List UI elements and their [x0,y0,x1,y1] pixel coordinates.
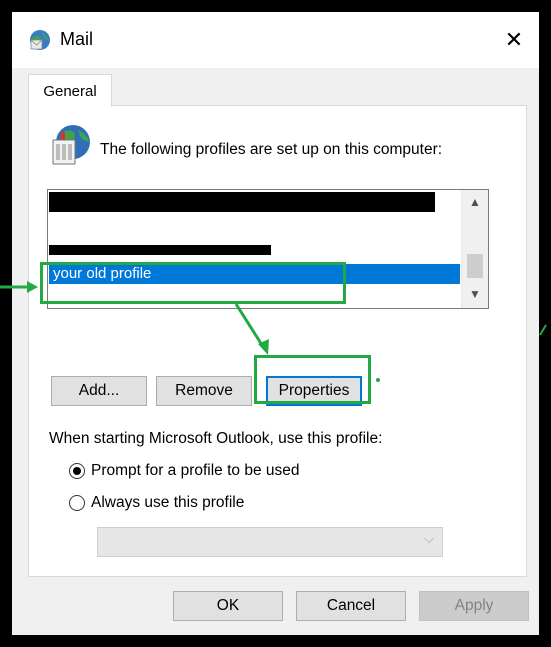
edge-mark [539,324,547,336]
left-arrow-head [27,281,38,293]
tab-general[interactable]: General [28,74,112,107]
annotation-dot [376,378,380,382]
down-arrow-line [234,303,264,346]
tab-general-label: General [43,82,97,100]
